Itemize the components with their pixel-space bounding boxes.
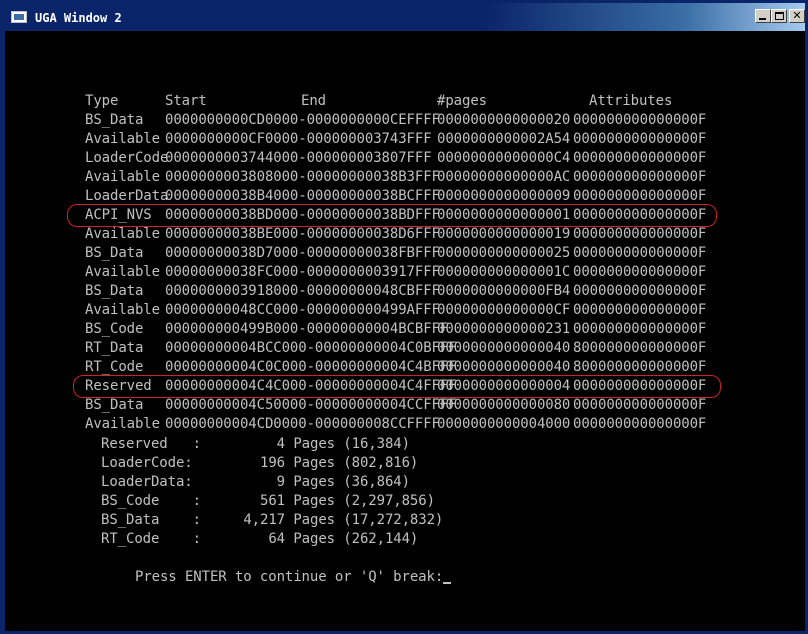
row-range: 0000000000CD0000-0000000000CEFFFF [165, 112, 440, 128]
row-pages: 0000000000000040 [437, 340, 571, 356]
text-cursor [443, 582, 452, 584]
row-attributes: 000000000000000F [573, 321, 707, 337]
summary-bytes: Pages (2,297,856) [285, 493, 435, 509]
row-pages: 00000000000000AC [437, 169, 571, 185]
row-attributes: 800000000000000F [573, 340, 707, 356]
row-type: LoaderCode [85, 150, 169, 166]
minimize-button[interactable] [755, 9, 771, 23]
row-type: BS_Data [85, 283, 144, 299]
row-range: 00000000048CC000-000000000499AFFF [165, 302, 440, 318]
row-pages: 0000000000000025 [437, 245, 571, 261]
row-type: Available [85, 226, 160, 242]
close-button[interactable]: ✕ [789, 9, 805, 23]
row-attributes: 000000000000000F [573, 112, 707, 128]
row-pages: 0000000000004000 [437, 416, 571, 432]
minimize-icon [759, 18, 766, 20]
summary-count: 196 [260, 455, 285, 471]
app-window-icon [11, 11, 27, 23]
reserved-highlight [73, 375, 721, 398]
summary-count: 4,217 [243, 512, 285, 528]
acpi-nvs-highlight [67, 204, 717, 227]
row-pages: 0000000000000080 [437, 397, 571, 413]
row-pages: 0000000000000019 [437, 226, 571, 242]
row-pages: 0000000000002A54 [437, 131, 571, 147]
row-type: Available [85, 169, 160, 185]
row-pages: 00000000000000C4 [437, 150, 571, 166]
summary-count: 64 [268, 531, 285, 547]
row-range: 00000000038BE000-00000000038D6FFF [165, 226, 440, 242]
row-range: 00000000038D7000-00000000038FBFFF [165, 245, 440, 261]
row-range: 0000000003744000-000000003807FFF [165, 150, 432, 166]
row-pages: 0000000000000231 [437, 321, 571, 337]
row-attributes: 000000000000000F [573, 416, 707, 432]
maximize-icon [775, 12, 784, 20]
summary-bytes: Pages (262,144) [285, 531, 419, 547]
row-pages: 00000000000000CF [437, 302, 571, 318]
window-title: UGA Window 2 [35, 11, 122, 25]
row-attributes: 000000000000000F [573, 245, 707, 261]
close-icon: ✕ [792, 9, 802, 22]
header-type: Type [85, 93, 119, 109]
row-range: 00000000004CD0000-000000008CCFFFF [165, 416, 440, 432]
continue-prompt[interactable]: Press ENTER to continue or 'Q' break: [85, 549, 452, 585]
memory-map-header: Type Start End #pages Attributes [85, 92, 672, 111]
uga-window: UGA Window 2 ✕ Type Start End #pages Att… [0, 0, 808, 634]
summary-bytes: Pages (36,864) [285, 474, 410, 490]
row-attributes: 000000000000000F [573, 302, 707, 318]
row-range: 00000000038FC000-0000000003917FFF [165, 264, 440, 280]
header-end: End [301, 93, 326, 109]
header-attributes: Attributes [589, 93, 673, 109]
prompt-text: Press ENTER to continue or 'Q' break: [134, 569, 444, 585]
row-type: RT_Data [85, 340, 144, 356]
row-type: Available [85, 302, 160, 318]
row-attributes: 000000000000000F [573, 150, 707, 166]
row-type: Available [85, 264, 160, 280]
row-range: 0000000003808000-00000000038B3FFF [165, 169, 440, 185]
title-bar[interactable]: UGA Window 2 ✕ [3, 3, 805, 31]
row-type: Available [85, 416, 160, 432]
console-screen[interactable]: Type Start End #pages Attributes BS_Data… [5, 31, 805, 631]
row-type: BS_Data [85, 112, 144, 128]
summary-bytes: Pages (17,272,832) [285, 512, 444, 528]
summary-count: 4 [276, 436, 285, 452]
header-pages: #pages [437, 93, 487, 109]
row-type: BS_Data [85, 245, 144, 261]
summary-count: 9 [276, 474, 285, 490]
row-attributes: 000000000000000F [573, 397, 707, 413]
maximize-button[interactable] [771, 9, 787, 23]
row-range: 00000000004C50000-00000000004CCFFFF [165, 397, 457, 413]
row-attributes: 000000000000000F [573, 169, 707, 185]
row-range: 0000000000CF0000-000000003743FFF [165, 131, 432, 147]
row-attributes: 000000000000000F [573, 131, 707, 147]
summary-count: 561 [260, 493, 285, 509]
row-attributes: 000000000000000F [573, 226, 707, 242]
row-range: 00000000004BCC000-00000000004C0BFFF [165, 340, 457, 356]
row-type: Available [85, 131, 160, 147]
summary-bytes: Pages (802,816) [285, 455, 419, 471]
header-start: Start [165, 93, 207, 109]
row-type: BS_Data [85, 397, 144, 413]
row-attributes: 000000000000000F [573, 264, 707, 280]
row-pages: 0000000000000FB4 [437, 283, 571, 299]
row-attributes: 000000000000000F [573, 283, 707, 299]
summary-bytes: Pages (16,384) [285, 436, 410, 452]
row-pages: 000000000000001C [437, 264, 571, 280]
row-range: 000000000499B000-00000000004BCBFFF [165, 321, 449, 337]
row-pages: 0000000000000020 [437, 112, 571, 128]
row-type: BS_Code [85, 321, 144, 337]
row-range: 0000000003918000-00000000048CBFFF [165, 283, 440, 299]
